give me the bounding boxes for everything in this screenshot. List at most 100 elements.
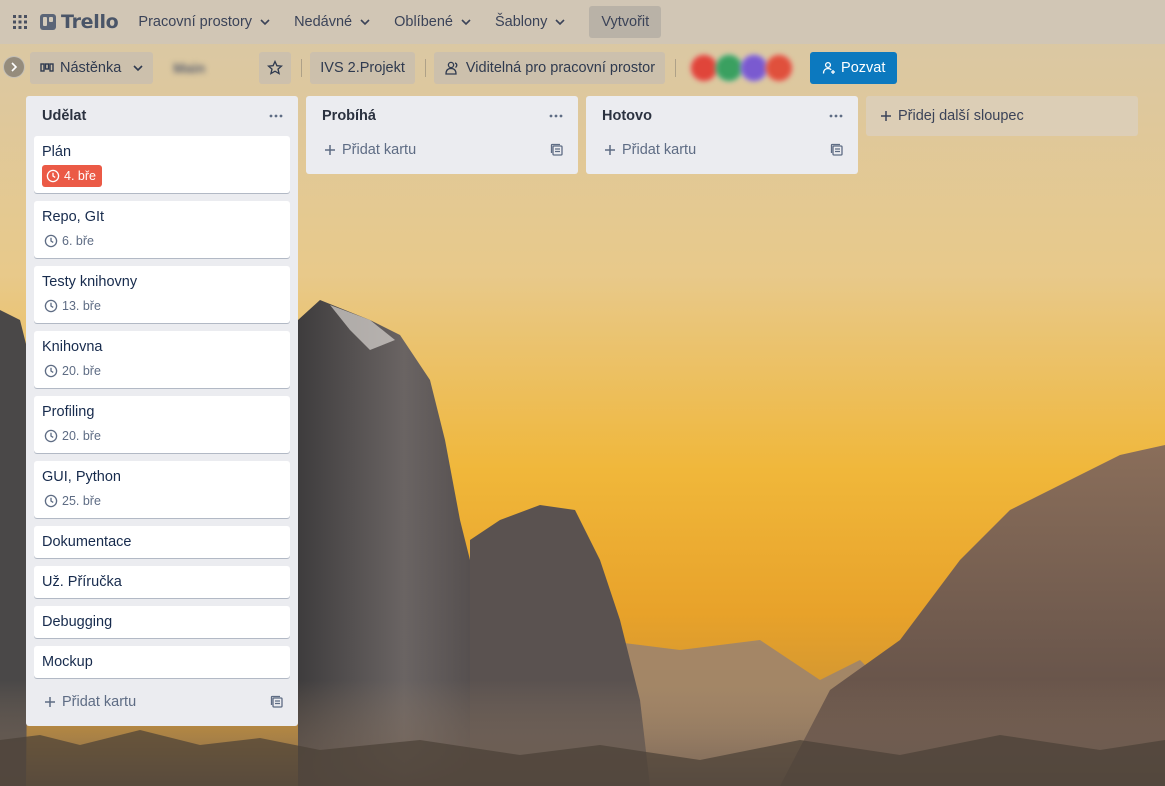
nav-recent[interactable]: Nedávné: [284, 6, 380, 38]
card[interactable]: Už. Příručka: [34, 566, 290, 598]
nav-workspaces[interactable]: Pracovní prostory: [128, 6, 280, 38]
more-horizontal-icon: [269, 114, 283, 118]
card[interactable]: Testy knihovny 13. bře: [34, 266, 290, 323]
card-title: Už. Příručka: [42, 574, 122, 590]
add-card-left: Přidat kartu: [44, 694, 136, 710]
avatar[interactable]: [740, 54, 769, 82]
card[interactable]: Knihovna 20. bře: [34, 331, 290, 388]
list-header: Probíhá: [306, 96, 578, 136]
add-card-label: Přidat kartu: [342, 142, 417, 158]
card[interactable]: Mockup: [34, 646, 290, 678]
add-person-icon: [822, 61, 836, 74]
card-title: Profiling: [42, 404, 95, 420]
card-list: Plán 4. bře Repo, GIt 6. bře Testy kniho…: [26, 136, 298, 678]
plus-icon: [45, 697, 55, 707]
clock-icon: [44, 494, 58, 508]
due-date: 4. bře: [64, 169, 96, 183]
people-icon: [445, 61, 458, 75]
member-avatars: [690, 54, 794, 82]
visibility-button[interactable]: Viditelná pro pracovní prostor: [433, 52, 666, 84]
visibility-label: Viditelná pro pracovní prostor: [465, 60, 656, 76]
list-menu-button[interactable]: [264, 104, 288, 128]
template-icon[interactable]: [550, 143, 564, 157]
card[interactable]: GUI, Python 25. bře: [34, 461, 290, 518]
workspace-button[interactable]: IVS 2.Projekt: [310, 52, 415, 84]
nav-label: Nedávné: [294, 14, 353, 30]
template-icon[interactable]: [270, 695, 284, 709]
board-title[interactable]: Main: [173, 56, 245, 80]
add-list-label: Přidej další sloupec: [898, 108, 1024, 124]
add-card-left: Přidat kartu: [604, 142, 696, 158]
clock-icon: [44, 364, 58, 378]
divider: [301, 59, 303, 77]
board-view-label: Nástěnka: [60, 60, 122, 76]
nav-templates[interactable]: Šablony: [485, 6, 575, 38]
add-card-button[interactable]: Přidat kartu: [594, 134, 850, 166]
list-title[interactable]: Hotovo: [602, 108, 652, 124]
card-title: Mockup: [42, 654, 93, 670]
card-title: Knihovna: [42, 339, 103, 355]
card[interactable]: Debugging: [34, 606, 290, 638]
list-menu-button[interactable]: [544, 104, 568, 128]
top-app-bar: Trello Pracovní prostory Nedávné Oblíben…: [0, 0, 1165, 44]
card[interactable]: Profiling 20. bře: [34, 396, 290, 453]
card[interactable]: Plán 4. bře: [34, 136, 290, 193]
list-header: Udělat: [26, 96, 298, 136]
add-list-button[interactable]: Přidej další sloupec: [866, 96, 1138, 136]
invite-label: Pozvat: [841, 60, 886, 76]
trello-logo-text: Trello: [61, 11, 119, 33]
card[interactable]: Dokumentace: [34, 526, 290, 558]
more-horizontal-icon: [549, 114, 563, 118]
chevron-right-icon: [11, 62, 18, 72]
star-board-button[interactable]: [259, 52, 292, 84]
due-date-badge[interactable]: 20. bře: [42, 425, 105, 447]
add-card-left: Přidat kartu: [324, 142, 416, 158]
due-date-badge[interactable]: 6. bře: [42, 230, 98, 252]
card[interactable]: Repo, GIt 6. bře: [34, 201, 290, 258]
nav-label: Oblíbené: [394, 14, 453, 30]
due-date: 6. bře: [62, 234, 94, 248]
trello-logo-icon: [40, 14, 56, 30]
board-view-switcher[interactable]: Nástěnka: [30, 52, 154, 84]
list-title[interactable]: Probíhá: [322, 108, 376, 124]
avatar[interactable]: [765, 54, 794, 82]
card-title: Dokumentace: [42, 534, 132, 550]
card-title: Debugging: [42, 614, 113, 630]
nav-label: Pracovní prostory: [138, 14, 253, 30]
due-date-badge[interactable]: 4. bře: [42, 165, 102, 187]
list-title[interactable]: Udělat: [42, 108, 86, 124]
card-title: Plán: [42, 144, 72, 160]
due-date-badge[interactable]: 20. bře: [42, 360, 105, 382]
chevron-down-icon: [133, 65, 143, 72]
star-icon: [267, 60, 284, 75]
app-switcher-button[interactable]: [2, 6, 38, 38]
nav-starred[interactable]: Oblíbené: [384, 6, 481, 38]
invite-button[interactable]: Pozvat: [810, 52, 898, 84]
clock-icon: [46, 169, 60, 183]
sidebar-toggle-button[interactable]: [3, 56, 25, 78]
more-horizontal-icon: [829, 114, 843, 118]
list-menu-button[interactable]: [824, 104, 848, 128]
add-card-button[interactable]: Přidat kartu: [34, 686, 290, 718]
due-date: 25. bře: [62, 494, 101, 508]
due-date: 20. bře: [62, 429, 101, 443]
due-date: 13. bře: [62, 299, 101, 313]
due-date-badge[interactable]: 13. bře: [42, 295, 105, 317]
avatar[interactable]: [690, 54, 719, 82]
plus-icon: [881, 111, 891, 121]
divider: [675, 59, 677, 77]
trello-logo[interactable]: Trello: [40, 11, 119, 33]
list-done: Hotovo Přidat kartu: [586, 96, 858, 174]
chevron-down-icon: [260, 19, 270, 26]
add-card-button[interactable]: Přidat kartu: [314, 134, 570, 166]
create-button[interactable]: Vytvořit: [589, 6, 662, 38]
board-header: Nástěnka Main IVS 2.Projekt Viditelná pr…: [30, 52, 1160, 84]
due-date-badge[interactable]: 25. bře: [42, 490, 105, 512]
chevron-down-icon: [555, 19, 565, 26]
avatar[interactable]: [715, 54, 744, 82]
clock-icon: [44, 234, 58, 248]
list-todo: Udělat Plán 4. bře Repo, GIt 6. bře Test…: [26, 96, 298, 726]
card-title: Testy knihovny: [42, 274, 138, 290]
add-card-label: Přidat kartu: [62, 694, 137, 710]
template-icon[interactable]: [830, 143, 844, 157]
